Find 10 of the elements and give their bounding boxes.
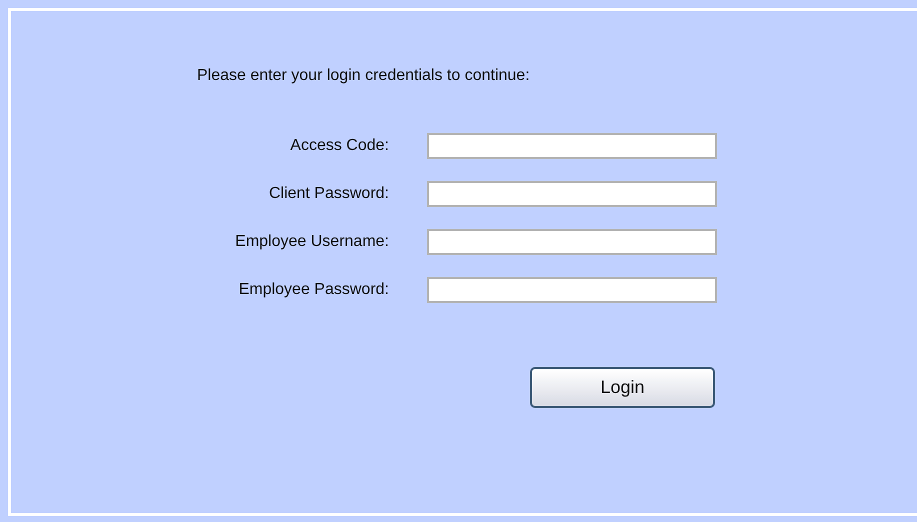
login-button[interactable]: Login xyxy=(530,367,715,408)
field-label: Access Code: xyxy=(290,136,389,156)
login-prompt: Please enter your login credentials to continue: xyxy=(197,66,530,86)
input-field[interactable] xyxy=(427,133,717,159)
input-field[interactable] xyxy=(427,277,717,303)
input-field[interactable] xyxy=(427,181,717,207)
input-field[interactable] xyxy=(427,229,717,255)
field-label: Employee Username: xyxy=(235,232,389,252)
field-label: Employee Password: xyxy=(238,280,389,300)
field-label: Client Password: xyxy=(268,184,389,204)
